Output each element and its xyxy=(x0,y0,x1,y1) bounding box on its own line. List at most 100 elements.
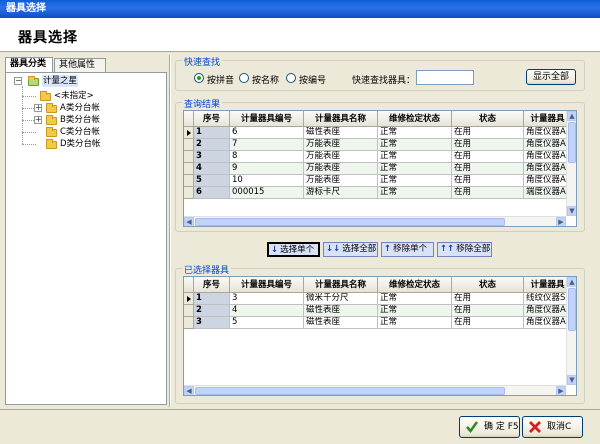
table-row[interactable]: 1 3 微米千分尺 正常 在用 线纹仪器S xyxy=(184,293,576,305)
radio-code-label[interactable]: 按编号 xyxy=(299,73,326,86)
scroll-left-icon[interactable]: ◀ xyxy=(184,217,194,226)
row-selector[interactable] xyxy=(184,127,194,139)
table-cell[interactable]: 万能表座 xyxy=(304,163,378,175)
cancel-button[interactable]: 取消C xyxy=(522,416,583,438)
table-cell[interactable]: 10 xyxy=(230,175,304,187)
radio-name-label[interactable]: 按名称 xyxy=(252,73,279,86)
row-selector[interactable] xyxy=(184,293,194,305)
column-header[interactable]: 计量器具名称 xyxy=(304,277,378,293)
scroll-right-icon[interactable]: ▶ xyxy=(556,217,566,226)
table-cell[interactable]: 3 xyxy=(194,317,230,329)
row-selector[interactable] xyxy=(184,187,194,199)
horizontal-scrollbar[interactable]: ◀ ▶ xyxy=(184,216,566,226)
table-cell[interactable]: 2 xyxy=(194,305,230,317)
table-cell[interactable]: 端度仪器A xyxy=(524,187,572,199)
tree-item-unassigned[interactable]: <未指定> xyxy=(8,90,158,102)
expand-icon[interactable]: + xyxy=(34,104,42,112)
splitter[interactable] xyxy=(169,55,171,407)
remove-all-button[interactable]: ↑↑ 移除全部 xyxy=(437,242,492,257)
table-cell[interactable]: 角度仪器A xyxy=(524,305,572,317)
table-cell[interactable]: 正常 xyxy=(378,163,452,175)
scroll-down-icon[interactable]: ▼ xyxy=(567,375,576,385)
row-selector[interactable] xyxy=(184,163,194,175)
table-cell[interactable]: 磁性表座 xyxy=(304,305,378,317)
expand-icon[interactable]: + xyxy=(34,116,42,124)
tree-item-root[interactable]: − 计量之星 xyxy=(8,75,158,87)
table-cell[interactable]: 6 xyxy=(230,127,304,139)
table-cell[interactable]: 磁性表座 xyxy=(304,127,378,139)
radio-code[interactable] xyxy=(286,73,296,83)
table-row[interactable]: 3 8 万能表座 正常 在用 角度仪器A xyxy=(184,151,576,163)
tree-item-c[interactable]: C类分台帐 xyxy=(8,126,158,138)
row-selector[interactable] xyxy=(184,305,194,317)
radio-pinyin-label[interactable]: 按拼音 xyxy=(207,73,234,86)
table-cell[interactable]: 4 xyxy=(194,163,230,175)
column-header[interactable]: 计量器具编号 xyxy=(230,277,304,293)
scroll-down-icon[interactable]: ▼ xyxy=(567,206,576,216)
radio-pinyin[interactable] xyxy=(194,73,204,83)
table-cell[interactable]: 正常 xyxy=(378,305,452,317)
table-cell[interactable]: 1 xyxy=(194,127,230,139)
table-row[interactable]: 4 9 万能表座 正常 在用 角度仪器A xyxy=(184,163,576,175)
scroll-up-icon[interactable]: ▲ xyxy=(567,111,576,121)
table-cell[interactable]: 正常 xyxy=(378,127,452,139)
table-row[interactable]: 2 4 磁性表座 正常 在用 角度仪器A xyxy=(184,305,576,317)
table-cell[interactable]: 在用 xyxy=(452,139,524,151)
table-row[interactable]: 5 10 万能表座 正常 在用 角度仪器A xyxy=(184,175,576,187)
table-cell[interactable]: 在用 xyxy=(452,293,524,305)
vertical-scroll-thumb[interactable] xyxy=(568,122,576,163)
table-cell[interactable]: 2 xyxy=(194,139,230,151)
results-table[interactable]: 序号 计量器具编号 计量器具名称 维修检定状态 状态 计量器具 1 6 磁性表座 正常 在用 角度仪器… xyxy=(183,110,577,227)
table-cell[interactable]: 5 xyxy=(230,317,304,329)
table-cell[interactable]: 在用 xyxy=(452,151,524,163)
table-cell[interactable]: 正常 xyxy=(378,317,452,329)
table-cell[interactable]: 磁性表座 xyxy=(304,317,378,329)
vertical-scroll-thumb[interactable] xyxy=(568,288,576,331)
column-header[interactable]: 计量器具名称 xyxy=(304,111,378,127)
table-cell[interactable]: 在用 xyxy=(452,163,524,175)
scroll-right-icon[interactable]: ▶ xyxy=(556,386,566,395)
column-header[interactable]: 序号 xyxy=(194,277,230,293)
table-cell[interactable]: 9 xyxy=(230,163,304,175)
table-cell[interactable]: 在用 xyxy=(452,187,524,199)
table-cell[interactable]: 线纹仪器S xyxy=(524,293,572,305)
table-cell[interactable]: 角度仪器A xyxy=(524,139,572,151)
table-cell[interactable]: 3 xyxy=(230,293,304,305)
table-cell[interactable]: 角度仪器A xyxy=(524,151,572,163)
table-cell[interactable]: 万能表座 xyxy=(304,139,378,151)
table-cell[interactable]: 正常 xyxy=(378,187,452,199)
table-cell[interactable]: 7 xyxy=(230,139,304,151)
table-cell[interactable]: 游标卡尺 xyxy=(304,187,378,199)
horizontal-scroll-thumb[interactable] xyxy=(195,218,505,226)
table-cell[interactable]: 5 xyxy=(194,175,230,187)
tree-item-a[interactable]: + A类分台帐 xyxy=(8,102,158,114)
vertical-scrollbar[interactable]: ▲ ▼ xyxy=(566,277,576,385)
row-selector[interactable] xyxy=(184,317,194,329)
table-cell[interactable]: 正常 xyxy=(378,175,452,187)
category-tree[interactable]: − 计量之星 <未指定> + A类分台帐 + B类分台帐 C类分台帐 D类分台帐 xyxy=(5,72,167,405)
row-selector[interactable] xyxy=(184,151,194,163)
column-header[interactable]: 计量器具 xyxy=(524,111,572,127)
column-header[interactable]: 维修检定状态 xyxy=(378,111,452,127)
scroll-left-icon[interactable]: ◀ xyxy=(184,386,194,395)
table-row[interactable]: 3 5 磁性表座 正常 在用 角度仪器A xyxy=(184,317,576,329)
column-header[interactable]: 序号 xyxy=(194,111,230,127)
table-cell[interactable]: 角度仪器A xyxy=(524,317,572,329)
selected-table[interactable]: 序号 计量器具编号 计量器具名称 维修检定状态 状态 计量器具 1 3 微米千分尺 正常 在用 线纹仪… xyxy=(183,276,577,396)
show-all-button[interactable]: 显示全部 xyxy=(526,69,576,85)
table-cell[interactable]: 4 xyxy=(230,305,304,317)
quick-search-input[interactable] xyxy=(416,70,474,85)
table-cell[interactable]: 在用 xyxy=(452,305,524,317)
column-header[interactable]: 计量器具 xyxy=(524,277,572,293)
table-row[interactable]: 1 6 磁性表座 正常 在用 角度仪器A xyxy=(184,127,576,139)
vertical-scrollbar[interactable]: ▲ ▼ xyxy=(566,111,576,216)
column-header[interactable]: 状态 xyxy=(452,111,524,127)
select-all-button[interactable]: ↓↓ 选择全部 xyxy=(323,242,378,257)
table-cell[interactable]: 1 xyxy=(194,293,230,305)
tree-item-b[interactable]: + B类分台帐 xyxy=(8,114,158,126)
table-row[interactable]: 2 7 万能表座 正常 在用 角度仪器A xyxy=(184,139,576,151)
scroll-up-icon[interactable]: ▲ xyxy=(567,277,576,287)
table-cell[interactable]: 000015 xyxy=(230,187,304,199)
table-cell[interactable]: 8 xyxy=(230,151,304,163)
column-header[interactable]: 状态 xyxy=(452,277,524,293)
